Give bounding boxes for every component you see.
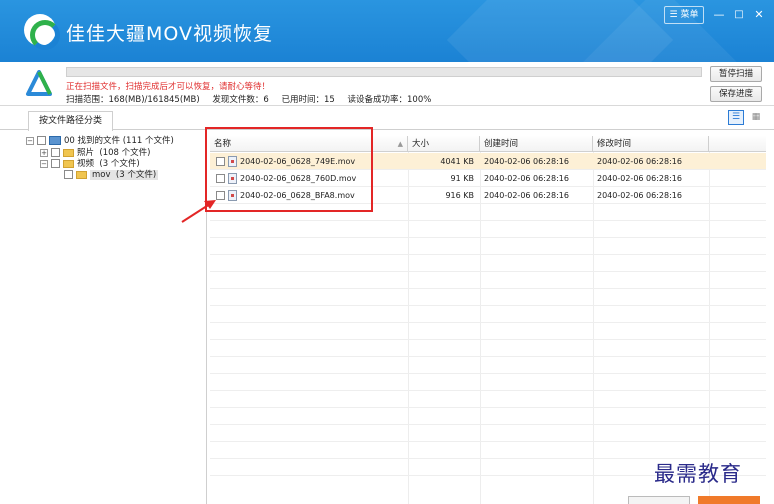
empty-row xyxy=(210,306,766,323)
scan-range: 扫描范围：168(MB)/161845(MB) xyxy=(66,95,200,105)
scan-stats: 扫描范围：168(MB)/161845(MB) 发现文件数：6 已用时间：15 … xyxy=(66,93,441,105)
folder-icon xyxy=(76,170,87,179)
tree-item-label: mov (3 个文件) xyxy=(90,170,159,180)
grid-view-icon[interactable]: ▦ xyxy=(748,110,764,125)
computer-icon xyxy=(49,136,61,145)
folder-icon xyxy=(63,159,74,168)
file-size: 916 KB xyxy=(445,191,474,200)
read-success-rate: 读设备成功率：100% xyxy=(347,95,432,105)
title-bar: 佳佳大疆MOV视频恢复 ☰ 菜单 — □ ✕ xyxy=(0,0,774,62)
tree-item-count: (3 个文件) xyxy=(99,159,140,169)
elapsed-time: 已用时间：15 xyxy=(281,95,335,105)
app-title: 佳佳大疆MOV视频恢复 xyxy=(66,23,274,45)
file-modified: 2040-02-06 06:28:16 xyxy=(597,174,682,183)
file-modified: 2040-02-06 06:28:16 xyxy=(597,157,682,166)
minimize-button[interactable]: — xyxy=(710,6,728,24)
scan-message: 正在扫描文件，扫描完成后才可以恢复，请耐心等待！ xyxy=(66,82,271,92)
empty-row xyxy=(210,408,766,425)
expand-icon[interactable]: + xyxy=(40,148,48,157)
sort-arrow-icon: ▲ xyxy=(397,140,403,148)
empty-row xyxy=(210,340,766,357)
empty-row xyxy=(210,238,766,255)
tab-by-path[interactable]: 按文件路径分类 xyxy=(28,111,114,131)
scan-status-icon xyxy=(26,70,52,96)
empty-row xyxy=(210,272,766,289)
tab-strip: 按文件路径分类 ☰ ▦ xyxy=(0,106,774,131)
save-progress-button[interactable]: 保存进度 xyxy=(710,86,762,102)
annotation-highlight-box xyxy=(205,127,373,212)
file-modified: 2040-02-06 06:28:16 xyxy=(597,191,682,200)
tree-root[interactable]: − 00 找到的文件 (111 个文件) xyxy=(26,136,174,147)
tree-item-checkbox[interactable] xyxy=(64,170,73,179)
tree-item-photos[interactable]: + 照片 (108 个文件) xyxy=(40,148,150,159)
tree-item-label: 照片 xyxy=(77,148,95,158)
pause-scan-button[interactable]: 暂停扫描 xyxy=(710,66,762,82)
collapse-icon[interactable]: − xyxy=(40,159,48,168)
close-button[interactable]: ✕ xyxy=(750,6,768,24)
watermark: 最需教育 xyxy=(654,462,742,486)
tree-root-label: 00 找到的文件 (111 个文件) xyxy=(64,136,174,146)
file-size: 91 KB xyxy=(450,174,474,183)
list-view-icon[interactable]: ☰ xyxy=(728,110,744,125)
empty-row xyxy=(210,357,766,374)
maximize-button[interactable]: □ xyxy=(730,6,748,24)
empty-row xyxy=(210,221,766,238)
tree-root-checkbox[interactable] xyxy=(37,136,46,145)
empty-row xyxy=(210,425,766,442)
menu-label: 菜单 xyxy=(680,10,699,20)
empty-row xyxy=(210,442,766,459)
empty-row xyxy=(210,289,766,306)
empty-row xyxy=(210,255,766,272)
annotation-arrow-icon xyxy=(181,200,216,223)
bottom-button-partial[interactable] xyxy=(628,496,690,504)
scan-progress-bar xyxy=(66,67,702,77)
files-found: 发现文件数：6 xyxy=(212,95,269,105)
file-created: 2040-02-06 06:28:16 xyxy=(484,174,569,183)
app-logo-icon xyxy=(24,14,60,50)
file-size: 4041 KB xyxy=(440,157,474,166)
tree-item-checkbox[interactable] xyxy=(51,148,60,157)
tree-item-checkbox[interactable] xyxy=(51,159,60,168)
empty-row xyxy=(210,374,766,391)
empty-row xyxy=(210,323,766,340)
tree-item-count: (108 个文件) xyxy=(99,148,151,158)
collapse-icon[interactable]: − xyxy=(26,136,34,145)
tree-item-videos[interactable]: − 视频 (3 个文件) xyxy=(40,159,140,170)
tree-item-mov[interactable]: mov (3 个文件) xyxy=(64,170,159,181)
menu-button[interactable]: ☰ 菜单 xyxy=(664,6,704,24)
column-header-size[interactable]: 大小 xyxy=(408,136,480,152)
column-header-modified[interactable]: 修改时间 xyxy=(593,136,709,152)
tree-item-label: 视频 xyxy=(77,159,95,169)
file-created: 2040-02-06 06:28:16 xyxy=(484,191,569,200)
file-created: 2040-02-06 06:28:16 xyxy=(484,157,569,166)
folder-icon xyxy=(63,148,74,157)
scan-panel: 正在扫描文件，扫描完成后才可以恢复，请耐心等待！ 扫描范围：168(MB)/16… xyxy=(0,62,774,106)
empty-row xyxy=(210,391,766,408)
column-header-created[interactable]: 创建时间 xyxy=(480,136,593,152)
folder-tree: − 00 找到的文件 (111 个文件) + 照片 (108 个文件) − 视频 (3… xyxy=(22,132,207,504)
recover-button-partial[interactable] xyxy=(698,496,760,504)
